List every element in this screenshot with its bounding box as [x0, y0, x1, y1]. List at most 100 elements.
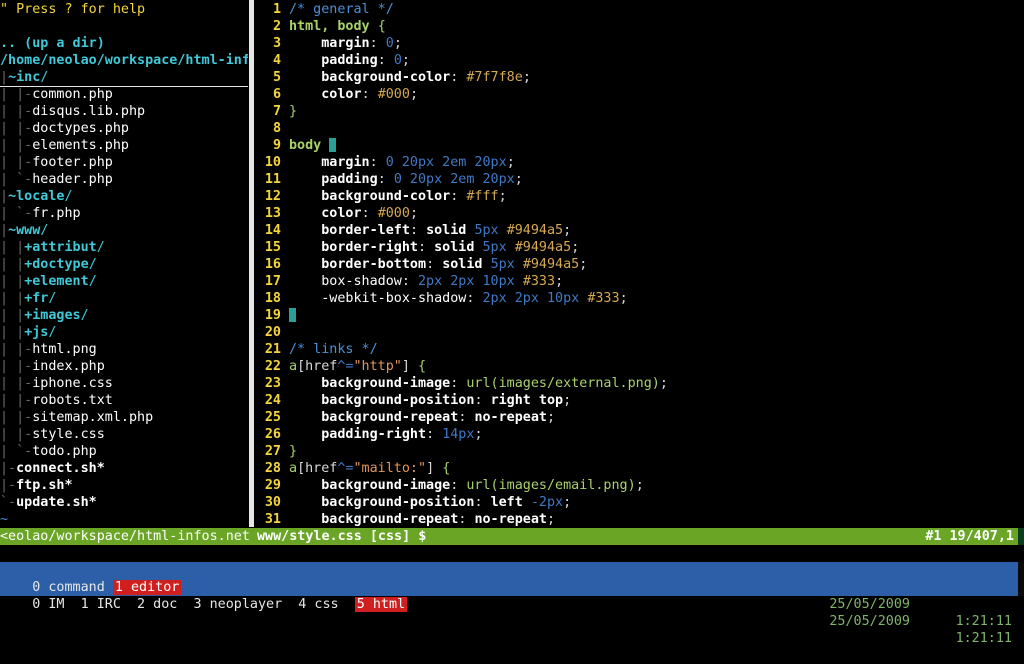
tree-entry-name: ftp.sh*: [16, 478, 73, 493]
tree-entry-suffix: /: [88, 274, 97, 289]
tree-entry-name: ~www: [8, 223, 41, 238]
code-line[interactable]: 3 margin: 0;: [257, 35, 402, 52]
line-number: 22: [264, 359, 281, 374]
code-text: border-right: solid 5px #9494a5;: [321, 240, 580, 255]
tree-directory[interactable]: | |+fr/: [0, 290, 248, 307]
code-line[interactable]: 23 background-image: url(images/external…: [257, 375, 668, 392]
tree-entry-name: footer.php: [32, 155, 113, 170]
split-divider[interactable]: [249, 0, 254, 527]
line-number: 3: [272, 36, 281, 51]
line-number: 18: [264, 291, 281, 306]
tree-file[interactable]: | |-html.png: [0, 341, 248, 358]
tree-file[interactable]: | |-footer.php: [0, 154, 248, 171]
tree-file[interactable]: | |-elements.php: [0, 137, 248, 154]
tree-branch: | `-: [0, 206, 33, 221]
up-dir-link[interactable]: .. (up a dir): [0, 35, 105, 52]
code-line[interactable]: 27}: [257, 443, 297, 460]
code-line[interactable]: 21 /* links */: [257, 341, 378, 358]
tree-entry-name: +doctype: [24, 257, 89, 272]
tree-file[interactable]: | `-todo.php: [0, 443, 248, 460]
window-item[interactable]: 0 IM 1 IRC 2 doc 3 neoplayer 4 css: [32, 597, 354, 612]
code-line[interactable]: 8: [257, 120, 289, 137]
window-item-active[interactable]: 5 html: [354, 597, 408, 612]
code-line[interactable]: 28 a[href^="mailto:"] {: [257, 460, 450, 477]
line-number: 25: [264, 410, 281, 425]
tree-branch: | |-: [0, 393, 33, 408]
code-line[interactable]: 17 box-shadow: 2px 2px 10px #333;: [257, 273, 563, 290]
code-line[interactable]: 31 background-repeat: no-repeat;: [257, 511, 555, 527]
tree-file[interactable]: | |-common.php: [0, 86, 248, 103]
code-line[interactable]: 10 margin: 0 20px 2em 20px;: [257, 154, 515, 171]
code-text: [289, 308, 296, 323]
code-line[interactable]: 18 -webkit-box-shadow: 2px 2px 10px #333…: [257, 290, 628, 307]
code-line[interactable]: 24 background-position: right top;: [257, 392, 571, 409]
tree-file[interactable]: | |-robots.txt: [0, 392, 248, 409]
tree-file[interactable]: | `-fr.php: [0, 205, 248, 222]
code-line[interactable]: 29 background-image: url(images/email.pn…: [257, 477, 644, 494]
file-tree-panel[interactable]: " Press ? for help .. (up a dir) /home/n…: [0, 0, 248, 527]
tree-branch: | |-: [0, 342, 33, 357]
tree-entry-suffix: /: [88, 257, 97, 272]
line-number: 13: [264, 206, 281, 221]
code-line[interactable]: 14 border-left: solid 5px #9494a5;: [257, 222, 571, 239]
tree-file[interactable]: |-ftp.sh*: [0, 477, 248, 494]
code-line[interactable]: 30 background-position: left -2px;: [257, 494, 571, 511]
line-number: 23: [264, 376, 281, 391]
tree-branch: | |-: [0, 87, 33, 102]
code-line[interactable]: 5 background-color: #7f7f8e;: [257, 69, 531, 86]
tree-directory[interactable]: |~www/: [0, 222, 248, 239]
tree-file[interactable]: | |-index.php: [0, 358, 248, 375]
tree-directory[interactable]: | |+element/: [0, 273, 248, 290]
tree-file[interactable]: | |-style.css: [0, 426, 248, 443]
code-line[interactable]: 25 background-repeat: no-repeat;: [257, 409, 555, 426]
tree-file[interactable]: | |-sitemap.xml.php: [0, 409, 248, 426]
code-line[interactable]: 15 border-right: solid 5px #9494a5;: [257, 239, 579, 256]
code-line[interactable]: 6 color: #000;: [257, 86, 418, 103]
tree-entry-suffix: /: [40, 223, 49, 238]
tree-entry-name: +attribut: [24, 240, 97, 255]
code-editor-panel[interactable]: 1/* general */2 html, body {3 margin: 0; 4…: [257, 0, 1024, 527]
window-list-row-1: 0 command 1 editor 25/05/2009 1:21:11: [0, 562, 1024, 629]
tree-branch: | |-: [0, 155, 33, 170]
tree-file[interactable]: | |-iphone.css: [0, 375, 248, 392]
code-line[interactable]: 2 html, body {: [257, 18, 386, 35]
code-line[interactable]: 1 /* general */: [257, 1, 394, 18]
tree-file[interactable]: | |-disqus.lib.php: [0, 103, 248, 120]
tree-branch: | `-: [0, 444, 33, 459]
line-number: 20: [264, 325, 281, 340]
tree-directory[interactable]: |~locale/: [0, 188, 248, 205]
tree-directory[interactable]: | |+attribut/: [0, 239, 248, 256]
tree-entry-suffix: /: [48, 291, 57, 306]
tree-entry-name: html.png: [32, 342, 97, 357]
tree-directory[interactable]: | |+images/: [0, 307, 248, 324]
code-line[interactable]: 19: [257, 307, 296, 324]
tree-directory[interactable]: |~inc/: [0, 69, 248, 87]
code-line[interactable]: 9 body: [257, 137, 337, 154]
code-text: }: [289, 444, 298, 459]
code-line[interactable]: 4 padding: 0;: [257, 52, 410, 69]
tree-file[interactable]: `-update.sh*: [0, 494, 248, 511]
code-line[interactable]: 20: [257, 324, 289, 341]
code-line[interactable]: 12 background-color: #fff;: [257, 188, 507, 205]
line-number: 7: [272, 104, 281, 119]
code-line[interactable]: 13 color: #000;: [257, 205, 418, 222]
help-hint: " Press ? for help: [0, 2, 146, 17]
code-line[interactable]: 26 padding-right: 14px;: [257, 426, 483, 443]
code-text: background-repeat: no-repeat;: [321, 512, 556, 527]
line-number: 12: [264, 189, 281, 204]
code-line[interactable]: 7}: [257, 103, 297, 120]
line-number: 1: [272, 2, 281, 17]
tree-directory[interactable]: | |+doctype/: [0, 256, 248, 273]
code-line[interactable]: 22 a[href^="http"] {: [257, 358, 426, 375]
tree-entry-name: doctypes.php: [32, 121, 129, 136]
code-line[interactable]: 16 border-bottom: solid 5px #9494a5;: [257, 256, 587, 273]
code-line[interactable]: 11 padding: 0 20px 2em 20px;: [257, 171, 523, 188]
tree-file[interactable]: | |-doctypes.php: [0, 120, 248, 137]
tree-entry-name: connect.sh*: [16, 461, 105, 476]
line-number: 16: [264, 257, 281, 272]
line-number: 8: [272, 121, 281, 136]
tree-file[interactable]: |-connect.sh*: [0, 460, 248, 477]
tree-directory[interactable]: | |+js/: [0, 324, 248, 341]
tree-file[interactable]: | `-header.php: [0, 171, 248, 188]
code-text: border-left: solid 5px #9494a5;: [321, 223, 572, 238]
